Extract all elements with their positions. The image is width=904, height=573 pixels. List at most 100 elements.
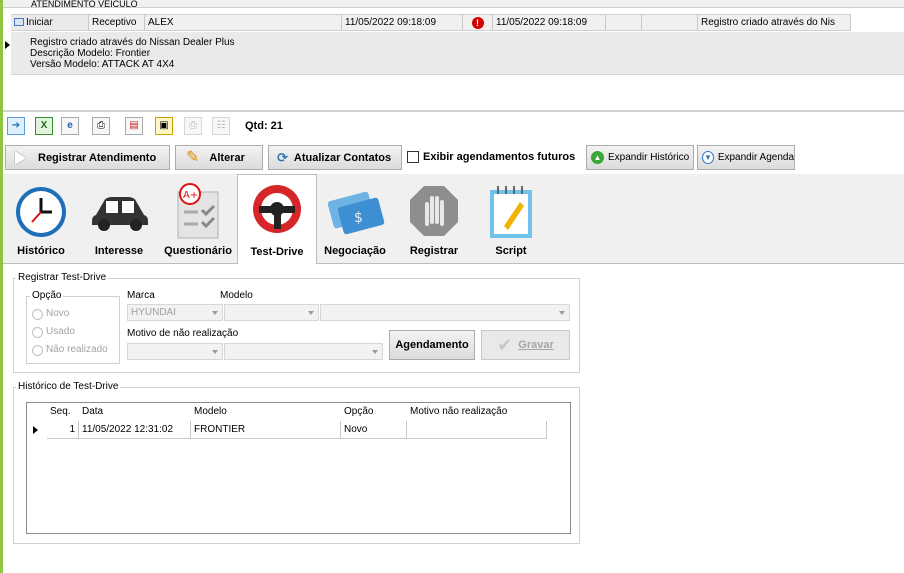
tab-negociacao[interactable]: $ Negociação — [318, 176, 392, 264]
tab-historico-label: Histórico — [17, 245, 65, 257]
row-note: Registro criado através do Nis — [701, 17, 835, 28]
app-window: ATENDIMENTO VEICULO Iniciar Receptivo AL… — [0, 0, 904, 573]
exibir-agendamentos-checkbox[interactable]: Exibir agendamentos futuros — [407, 151, 575, 163]
radio-novo-label: Novo — [46, 308, 70, 319]
detail-line-1: Registro criado através do Nissan Dealer… — [30, 37, 235, 48]
col-opcao[interactable]: Opção — [341, 403, 407, 421]
tab-questionario[interactable]: A+ Questionário — [158, 176, 238, 264]
browser-icon[interactable]: e — [61, 117, 79, 135]
tab-script[interactable]: Script — [474, 176, 548, 264]
gravar-button[interactable]: ✔ Gravar — [481, 330, 570, 360]
record-count: Qtd: 21 — [245, 120, 283, 132]
pencil-icon: ✎ — [186, 148, 200, 166]
checkbox-box[interactable] — [407, 151, 419, 163]
tab-registrar[interactable]: Registrar — [394, 176, 474, 264]
motivo-label: Motivo de não realização — [127, 328, 239, 339]
print-icon[interactable]: ⎙ — [92, 117, 110, 135]
radio-usado-circle[interactable] — [32, 326, 43, 338]
chevron-down-icon — [210, 344, 220, 359]
atualizar-contatos-button[interactable]: ⟳ Atualizar Contatos — [268, 145, 402, 170]
col-seq[interactable]: Seq. — [47, 403, 79, 421]
tab-registrar-label: Registrar — [409, 245, 459, 257]
tab-test-drive-label: Test-Drive — [250, 246, 304, 258]
motivo-detail-select[interactable] — [224, 343, 383, 360]
tree-disabled-icon: ☷ — [212, 117, 230, 135]
radio-nao-realizado[interactable]: Não realizado — [32, 344, 108, 356]
cell-modelo[interactable]: FRONTIER — [191, 421, 341, 439]
radio-novo-circle[interactable] — [32, 308, 43, 320]
row-user: ALEX — [148, 17, 174, 28]
historico-table[interactable]: Seq. Data Modelo Opção Motivo não realiz… — [26, 402, 571, 534]
chevron-down-icon — [306, 305, 316, 320]
modelo-select[interactable] — [224, 304, 319, 321]
versao-select[interactable] — [320, 304, 570, 321]
historico-test-drive-title: Histórico de Test-Drive — [16, 381, 121, 393]
radio-usado[interactable]: Usado — [32, 326, 75, 338]
splitter[interactable] — [3, 110, 904, 112]
atualizar-contatos-label: Atualizar Contatos — [293, 151, 392, 164]
motivo-select[interactable] — [127, 343, 223, 360]
money-card-icon: $ — [327, 191, 385, 235]
row-type: Receptivo — [92, 17, 137, 28]
document-icon[interactable]: ▣ — [155, 117, 173, 135]
checkmark-icon: ✔ — [497, 335, 513, 355]
tab-questionario-label: Questionário — [164, 245, 232, 257]
col-modelo[interactable]: Modelo — [191, 403, 341, 421]
col-motivo[interactable]: Motivo não realização — [407, 403, 547, 421]
tab-negociacao-label: Negociação — [324, 245, 386, 257]
cell-opcao[interactable]: Novo — [341, 421, 407, 439]
row-date-end: 11/05/2022 09:18:09 — [496, 17, 588, 28]
cell-data[interactable]: 11/05/2022 12:31:02 — [79, 421, 191, 439]
tab-script-label: Script — [495, 245, 527, 257]
expand-up-icon: ▲ — [591, 151, 604, 164]
row-action-cell[interactable]: Iniciar — [11, 15, 89, 30]
pdf-icon[interactable]: ▤ — [125, 117, 143, 135]
radio-nao-realizado-circle[interactable] — [32, 344, 43, 356]
tab-interesse[interactable]: Interesse — [82, 176, 156, 264]
chevron-down-icon — [210, 305, 220, 320]
col-data[interactable]: Data — [79, 403, 191, 421]
stop-hand-icon — [410, 186, 458, 236]
marca-select[interactable]: HYUNDAI — [127, 304, 223, 321]
row-alert-cell: ! — [463, 15, 493, 30]
agendamento-button[interactable]: Agendamento — [389, 330, 475, 360]
export-icon[interactable]: ➔ — [7, 117, 25, 135]
tab-test-drive[interactable]: Test-Drive — [237, 174, 317, 264]
row-user-cell: ALEX — [145, 15, 342, 30]
radio-novo[interactable]: Novo — [32, 308, 69, 320]
marca-label: Marca — [127, 290, 155, 301]
gravar-label: Gravar — [518, 339, 554, 351]
marca-value: HYUNDAI — [131, 307, 177, 318]
row-detail-panel: Registro criado através do Nissan Dealer… — [11, 32, 904, 75]
radio-usado-label: Usado — [46, 326, 75, 337]
cell-motivo[interactable] — [407, 421, 547, 439]
radio-nao-realizado-label: Não realizado — [46, 344, 108, 355]
exibir-agendamentos-label: Exibir agendamentos futuros — [423, 151, 576, 163]
modelo-label: Modelo — [220, 290, 253, 301]
expandir-agenda-label: Expandir Agenda — [717, 152, 794, 163]
expandir-historico-button[interactable]: ▲ Expandir Histórico — [586, 145, 694, 170]
row-indicator-arrow — [5, 41, 10, 49]
registrar-atendimento-button[interactable]: Registrar Atendimento — [5, 145, 170, 170]
excel-icon[interactable]: X — [35, 117, 53, 135]
atendimento-row[interactable]: Iniciar Receptivo ALEX 11/05/2022 09:18:… — [11, 14, 851, 31]
expandir-historico-label: Expandir Histórico — [608, 152, 690, 163]
group-header-row: ATENDIMENTO VEICULO — [3, 0, 904, 8]
detail-line-3: Versão Modelo: ATTACK AT 4X4 — [30, 59, 175, 70]
tab-baseline-right — [317, 263, 904, 264]
alterar-label: Alterar — [209, 151, 245, 164]
registrar-test-drive-title: Registrar Test-Drive — [16, 272, 109, 284]
opcao-label: Opção — [30, 290, 64, 302]
clock-icon — [16, 187, 66, 237]
alert-icon: ! — [471, 16, 484, 29]
alterar-button[interactable]: ✎ Alterar — [175, 145, 263, 170]
agendamento-label: Agendamento — [395, 339, 469, 351]
checklist-icon: A+ — [177, 183, 219, 239]
row-note-cell: Registro criado através do Nis — [698, 15, 851, 30]
print-disabled-icon: ⎙ — [184, 117, 202, 135]
row-date-start-cell: 11/05/2022 09:18:09 — [342, 15, 463, 30]
expandir-agenda-button[interactable]: ▼ Expandir Agenda — [697, 145, 795, 170]
notepad-icon — [490, 186, 532, 238]
cell-seq[interactable]: 1 — [47, 421, 79, 439]
tab-historico[interactable]: Histórico — [4, 176, 78, 264]
